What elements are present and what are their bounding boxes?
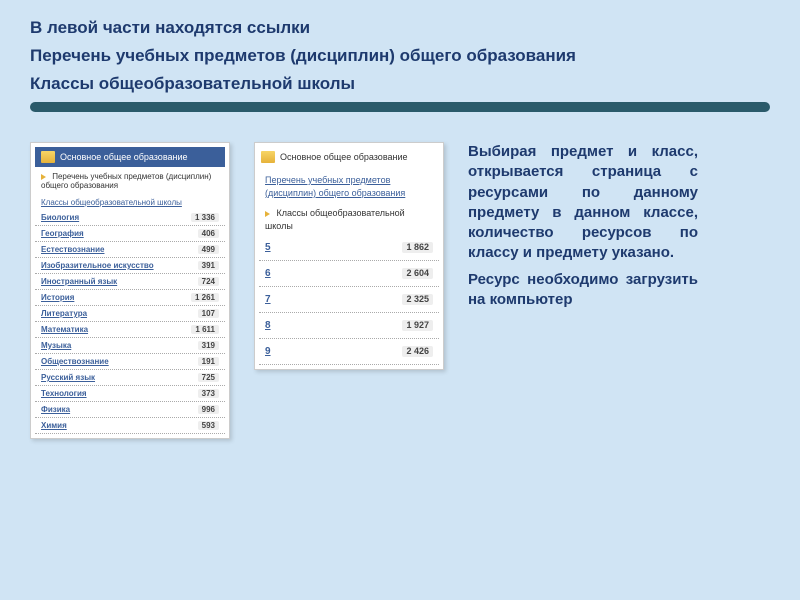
- panel-header-right: Основное общее образование: [259, 147, 439, 169]
- panel-sub-1[interactable]: Перечень учебных предметов (дисциплин) о…: [35, 167, 225, 193]
- subject-row[interactable]: Естествознание 499: [35, 242, 225, 258]
- class-row[interactable]: 8 1 927: [259, 313, 439, 339]
- class-row[interactable]: 5 1 862: [259, 235, 439, 261]
- class-count: 1 862: [402, 242, 433, 253]
- content-row: Основное общее образование Перечень учеб…: [30, 142, 770, 439]
- subject-name: Физика: [41, 405, 70, 414]
- subject-row[interactable]: Математика 1 611: [35, 322, 225, 338]
- class-name: 8: [265, 320, 271, 331]
- subject-row[interactable]: Технология 373: [35, 386, 225, 402]
- subject-row[interactable]: История 1 261: [35, 290, 225, 306]
- heading-line-1: В левой части находятся ссылки: [30, 18, 770, 38]
- class-count: 2 325: [402, 294, 433, 305]
- subject-count: 996: [198, 405, 219, 414]
- subject-name: Изобразительное искусство: [41, 261, 154, 270]
- class-row[interactable]: 6 2 604: [259, 261, 439, 287]
- subjects-panel: Основное общее образование Перечень учеб…: [30, 142, 230, 439]
- panel-sub-2[interactable]: Классы общеобразовательной школы: [35, 193, 225, 210]
- subject-name: Биология: [41, 213, 79, 222]
- subject-count: 725: [198, 373, 219, 382]
- sub-link-2: Классы общеобразовательной школы: [41, 198, 182, 207]
- subject-name: Обществознание: [41, 357, 109, 366]
- subject-count: 107: [198, 309, 219, 318]
- subject-name: Литература: [41, 309, 87, 318]
- arrow-icon: [265, 211, 270, 217]
- heading-line-3: Классы общеобразовательной школы: [30, 74, 770, 94]
- class-count: 2 426: [402, 346, 433, 357]
- panel-title: Основное общее образование: [280, 152, 408, 162]
- subject-row[interactable]: Русский язык 725: [35, 370, 225, 386]
- subject-count: 373: [198, 389, 219, 398]
- subjects-list: Биология 1 336 География 406 Естествознание 4…: [35, 210, 225, 434]
- subject-row[interactable]: Изобразительное искусство 391: [35, 258, 225, 274]
- class-name: 7: [265, 294, 271, 305]
- sub-link-1: Перечень учебных предметов (дисциплин) о…: [265, 175, 405, 198]
- sub-link-1: Перечень учебных предметов (дисциплин) о…: [41, 172, 211, 190]
- panel-sub-2[interactable]: Классы общеобразовательной школы: [259, 202, 439, 235]
- subject-count: 1 611: [191, 325, 219, 334]
- panel-header: Основное общее образование: [35, 147, 225, 167]
- subject-name: Музыка: [41, 341, 71, 350]
- class-row[interactable]: 7 2 325: [259, 287, 439, 313]
- classes-panel: Основное общее образование Перечень учеб…: [254, 142, 444, 370]
- subject-name: Математика: [41, 325, 88, 334]
- subject-name: История: [41, 293, 74, 302]
- divider-bar: [30, 102, 770, 112]
- class-count: 1 927: [402, 320, 433, 331]
- subject-count: 391: [198, 261, 219, 270]
- subject-row[interactable]: География 406: [35, 226, 225, 242]
- subject-name: Русский язык: [41, 373, 95, 382]
- class-name: 6: [265, 268, 271, 279]
- heading-line-2: Перечень учебных предметов (дисциплин) о…: [30, 46, 770, 66]
- class-name: 5: [265, 242, 271, 253]
- subject-name: Естествознание: [41, 245, 104, 254]
- subject-row[interactable]: Биология 1 336: [35, 210, 225, 226]
- panel-sub-1[interactable]: Перечень учебных предметов (дисциплин) о…: [259, 169, 439, 202]
- subject-row[interactable]: Физика 996: [35, 402, 225, 418]
- panel-title: Основное общее образование: [60, 152, 188, 162]
- subject-row[interactable]: Химия 593: [35, 418, 225, 434]
- subject-count: 319: [198, 341, 219, 350]
- subject-count: 499: [198, 245, 219, 254]
- subject-name: Технология: [41, 389, 87, 398]
- subject-name: География: [41, 229, 84, 238]
- arrow-icon: [41, 174, 46, 180]
- subject-row[interactable]: Иностранный язык 724: [35, 274, 225, 290]
- subject-count: 1 261: [191, 293, 219, 302]
- subject-row[interactable]: Литература 107: [35, 306, 225, 322]
- subject-count: 724: [198, 277, 219, 286]
- description-p1: Выбирая предмет и класс, открывается стр…: [468, 142, 698, 264]
- folder-icon: [41, 151, 55, 163]
- class-row[interactable]: 9 2 426: [259, 339, 439, 365]
- class-name: 9: [265, 346, 271, 357]
- subject-count: 191: [198, 357, 219, 366]
- class-count: 2 604: [402, 268, 433, 279]
- subject-row[interactable]: Музыка 319: [35, 338, 225, 354]
- subject-count: 1 336: [191, 213, 219, 222]
- subject-name: Иностранный язык: [41, 277, 117, 286]
- subject-count: 406: [198, 229, 219, 238]
- subject-name: Химия: [41, 421, 67, 430]
- classes-list: 5 1 862 6 2 604 7 2 325 8 1 927 9 2 426: [259, 235, 439, 365]
- folder-icon: [261, 151, 275, 163]
- subject-row[interactable]: Обществознание 191: [35, 354, 225, 370]
- description-p2: Ресурс необходимо загрузить на компьютер: [468, 270, 698, 311]
- sub-link-2: Классы общеобразовательной школы: [265, 208, 405, 231]
- subject-count: 593: [198, 421, 219, 430]
- description-text: Выбирая предмет и класс, открывается стр…: [468, 142, 698, 316]
